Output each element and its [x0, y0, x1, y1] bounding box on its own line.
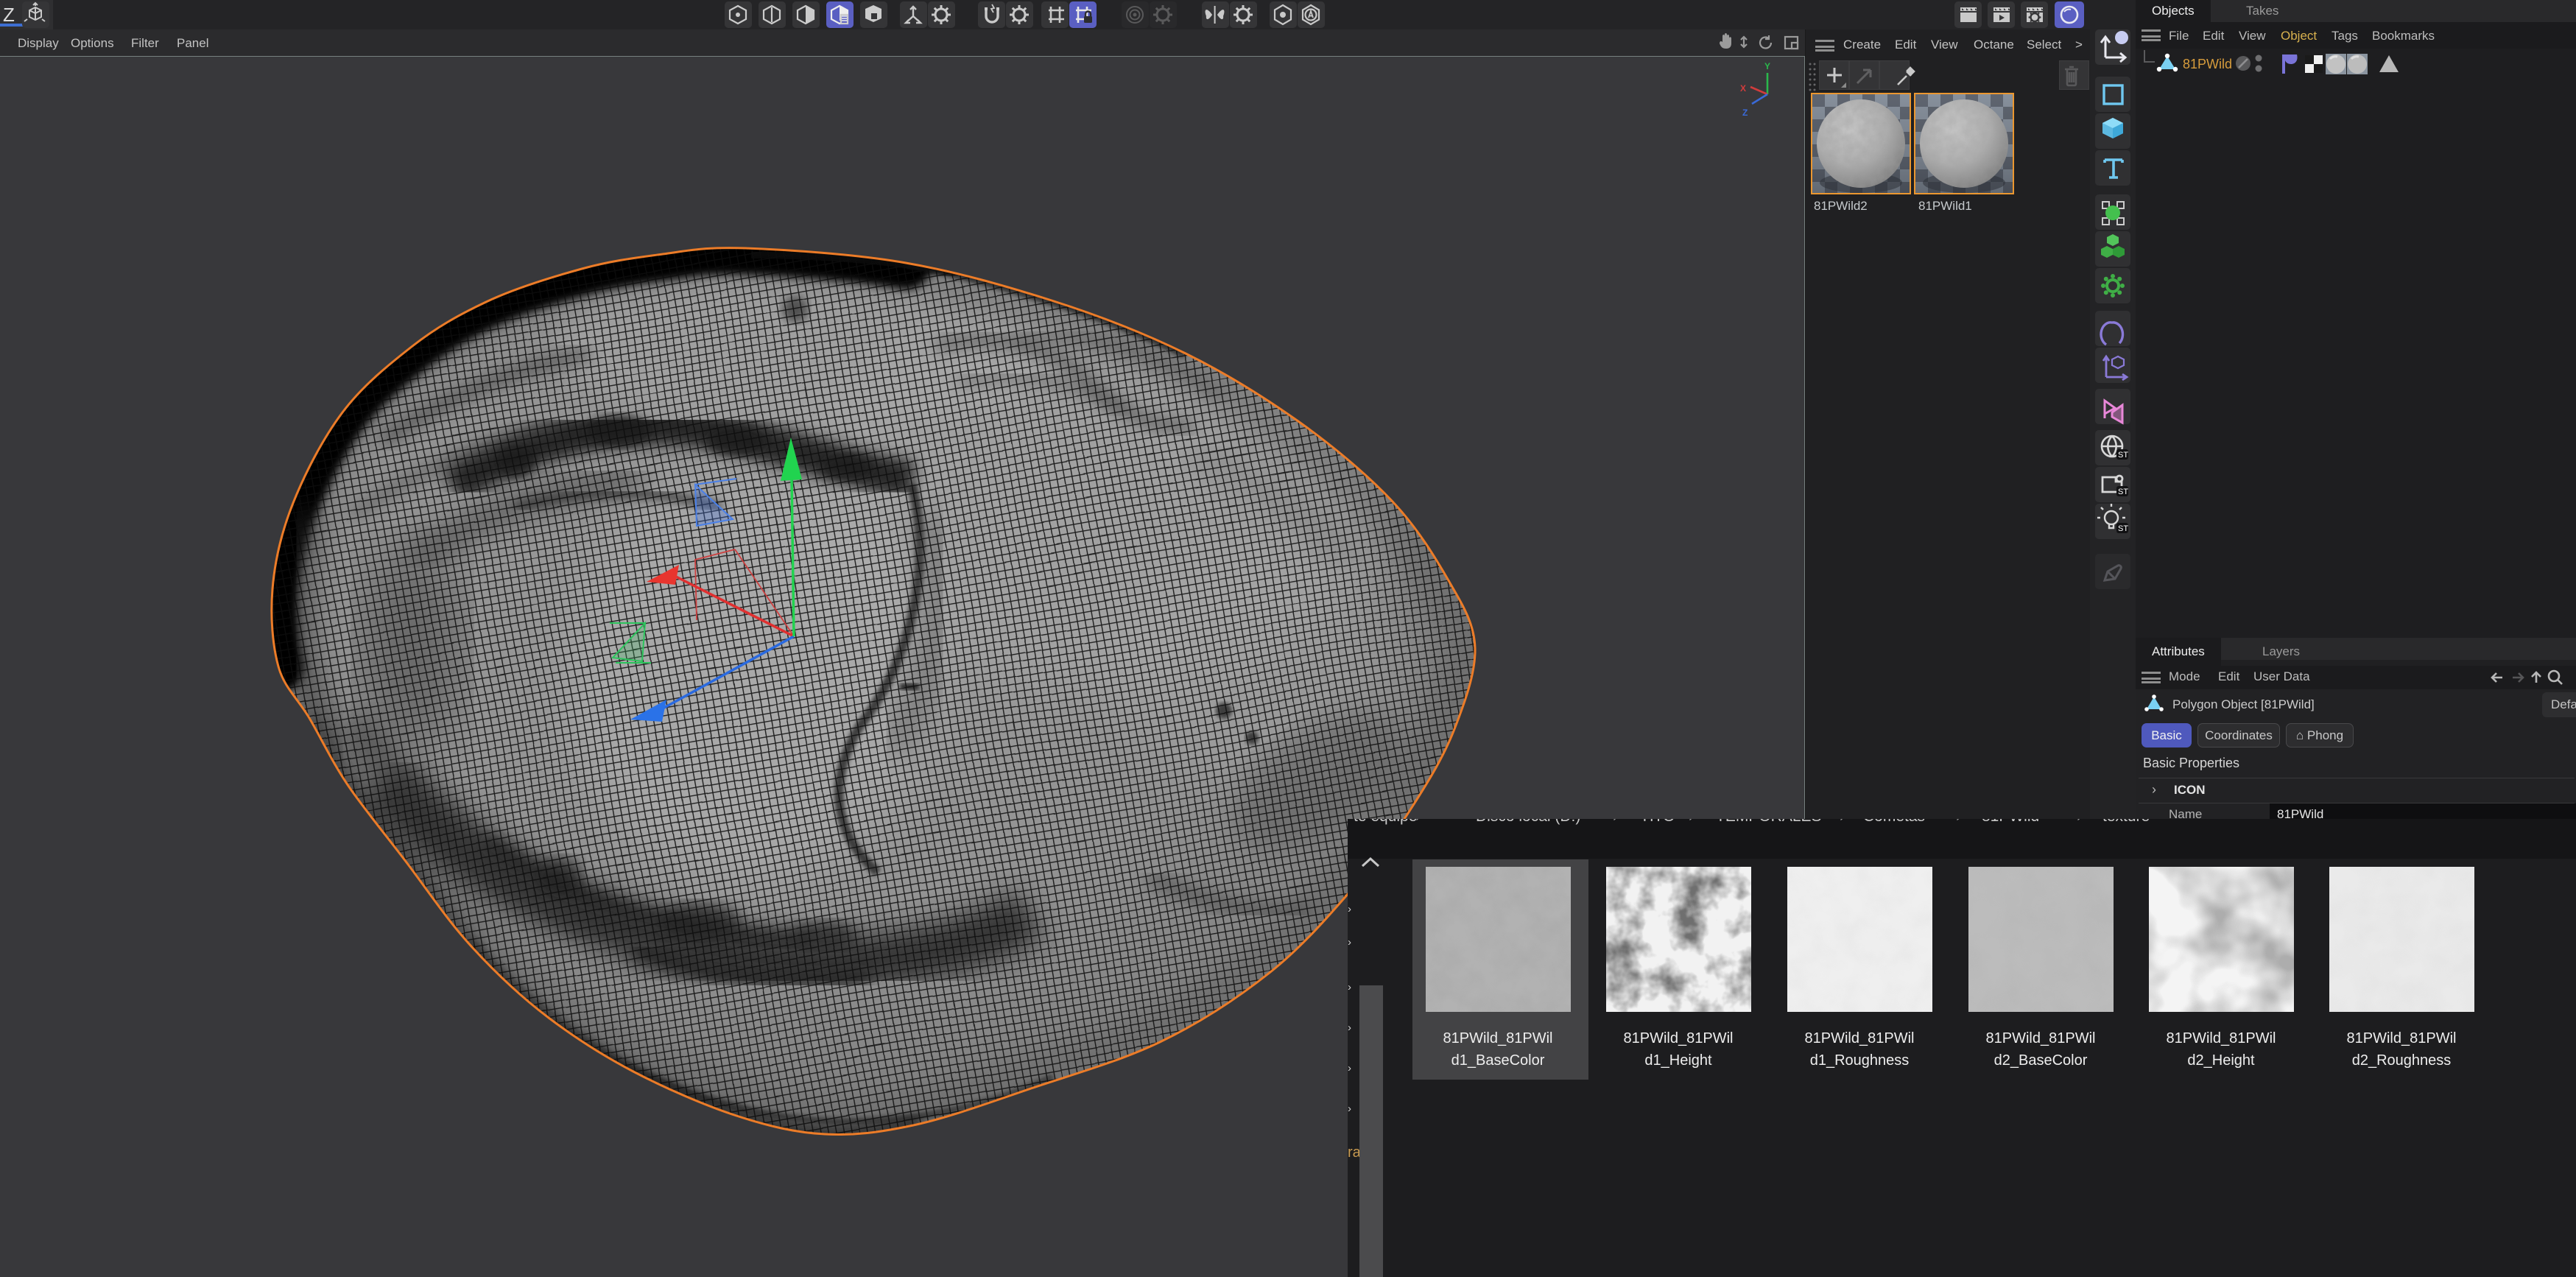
- svg-text:Z: Z: [3, 4, 15, 26]
- svg-text:ST: ST: [2118, 488, 2128, 496]
- svg-text:Y: Y: [1764, 61, 1770, 71]
- svg-text:ST: ST: [2118, 451, 2128, 460]
- svg-text:81PWild: 81PWild: [2183, 57, 2232, 71]
- svg-text:Z: Z: [1742, 108, 1748, 118]
- svg-text:ST: ST: [2118, 524, 2128, 533]
- svg-text:Polygon Object [81PWild]: Polygon Object [81PWild]: [2172, 697, 2315, 711]
- svg-text:X: X: [1740, 83, 1746, 94]
